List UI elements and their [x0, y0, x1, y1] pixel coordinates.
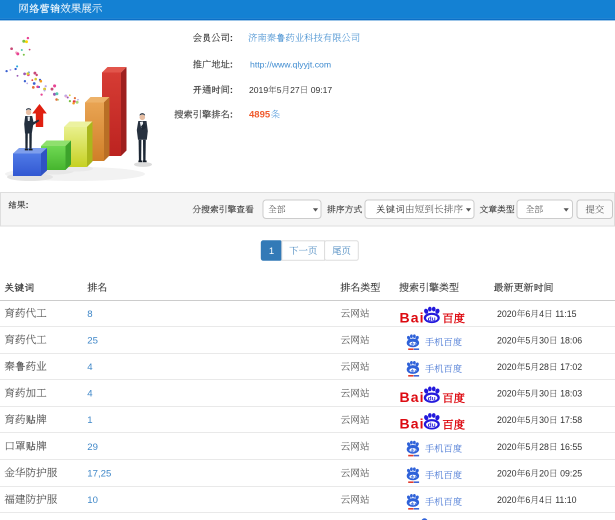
svg-text::: : [230, 85, 233, 95]
svg-text:18:06: 18:06 [560, 335, 582, 345]
svg-text:du: du [411, 368, 417, 373]
svg-text:6: 6 [525, 309, 530, 319]
svg-text:du: du [428, 316, 436, 323]
svg-text:6: 6 [525, 495, 530, 505]
svg-text:17:02: 17:02 [560, 362, 582, 372]
svg-text:Bai: Bai [400, 416, 425, 432]
svg-text:30: 30 [539, 389, 549, 399]
svg-text:4: 4 [539, 309, 544, 319]
svg-text:28: 28 [539, 442, 549, 452]
svg-text:16:55: 16:55 [560, 442, 582, 452]
svg-text::: : [26, 200, 29, 210]
svg-text:2020: 2020 [497, 468, 517, 478]
svg-text:18:03: 18:03 [560, 389, 582, 399]
svg-text:5: 5 [525, 442, 530, 452]
svg-text:2020: 2020 [497, 389, 517, 399]
svg-text:du: du [411, 475, 417, 480]
svg-text:4: 4 [87, 389, 93, 400]
svg-text:30: 30 [539, 335, 549, 345]
svg-text:09:25: 09:25 [560, 468, 582, 478]
svg-text:09:17: 09:17 [311, 85, 333, 95]
svg-text:2020: 2020 [497, 335, 517, 345]
svg-text:2020: 2020 [497, 309, 517, 319]
svg-text:2020: 2020 [497, 362, 517, 372]
svg-text:2020: 2020 [497, 495, 517, 505]
svg-text:5: 5 [525, 389, 530, 399]
svg-text:5: 5 [525, 415, 530, 425]
svg-text:17:58: 17:58 [560, 415, 582, 425]
svg-text::: : [230, 110, 233, 120]
svg-text:du: du [428, 422, 436, 429]
svg-text:5: 5 [525, 362, 530, 372]
svg-text:11:15: 11:15 [555, 309, 576, 319]
svg-text:1: 1 [87, 415, 92, 426]
svg-text:1: 1 [269, 246, 274, 257]
svg-text:du: du [428, 396, 436, 403]
svg-text:2020: 2020 [497, 415, 517, 425]
svg-text:du: du [411, 342, 417, 347]
svg-text:11:10: 11:10 [555, 495, 576, 505]
svg-text:4: 4 [87, 362, 93, 373]
svg-text:27: 27 [290, 85, 300, 95]
svg-text:8: 8 [87, 309, 92, 320]
svg-text:du: du [411, 501, 417, 506]
svg-text:20: 20 [539, 468, 549, 478]
svg-text:25: 25 [87, 335, 98, 346]
svg-text:17,25: 17,25 [87, 468, 111, 479]
svg-text:10: 10 [87, 495, 98, 506]
svg-text:du: du [411, 448, 417, 453]
svg-text:2019: 2019 [249, 85, 268, 95]
svg-text::: : [230, 60, 233, 70]
svg-text:http://www.qlyyjt.com: http://www.qlyyjt.com [250, 60, 331, 70]
svg-text:6: 6 [525, 468, 530, 478]
svg-text:28: 28 [539, 362, 549, 372]
svg-text:4: 4 [539, 495, 544, 505]
svg-text:30: 30 [539, 415, 549, 425]
svg-text:Bai: Bai [400, 309, 425, 325]
svg-text:Bai: Bai [400, 389, 425, 405]
svg-text:2020: 2020 [497, 442, 517, 452]
svg-text:5: 5 [277, 85, 282, 95]
svg-text::: : [230, 33, 233, 43]
svg-text:29: 29 [87, 442, 98, 453]
svg-text:4895: 4895 [249, 110, 271, 121]
svg-text:5: 5 [525, 335, 530, 345]
